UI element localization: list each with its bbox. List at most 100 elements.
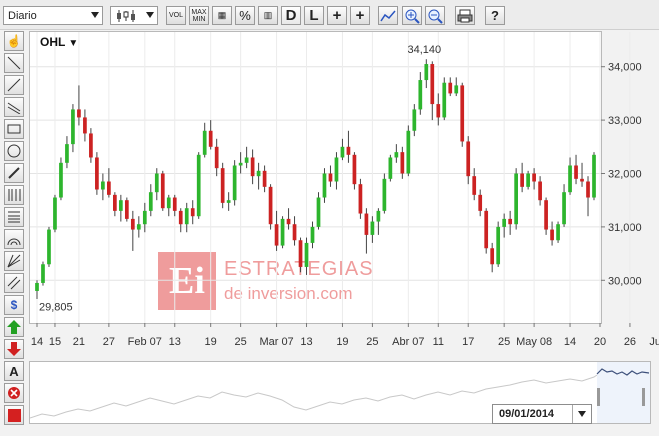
candle-down xyxy=(532,173,536,182)
candle-up xyxy=(556,224,560,241)
color-swatch xyxy=(7,408,21,422)
candle-down xyxy=(268,186,273,225)
date-separator xyxy=(572,405,573,423)
candle-down xyxy=(130,218,135,230)
caret-down-icon: ▼ xyxy=(68,38,79,49)
candle-down xyxy=(346,146,351,155)
candle-up xyxy=(568,165,572,193)
candle-up xyxy=(226,200,231,203)
candle-down xyxy=(292,224,297,241)
candle-down xyxy=(172,197,177,211)
candle-up xyxy=(118,200,123,211)
x-tick-label: 25 xyxy=(235,336,247,348)
candle-down xyxy=(580,178,584,182)
max-annotation: 34,140 xyxy=(407,44,441,56)
x-tick-label: 19 xyxy=(205,336,217,348)
candle-down xyxy=(460,85,465,142)
candle-down xyxy=(274,224,279,246)
candle-up xyxy=(256,170,261,177)
candle-down xyxy=(436,104,441,118)
candle-up xyxy=(244,157,249,163)
overview-left-handle[interactable] xyxy=(597,388,600,406)
candle-up xyxy=(196,154,201,217)
candle-up xyxy=(526,173,530,187)
candle-down xyxy=(208,130,213,147)
candle-up xyxy=(514,173,519,225)
candle-down xyxy=(484,210,489,249)
candle-down xyxy=(508,218,513,225)
candle-up xyxy=(280,218,285,246)
candle-up xyxy=(454,85,459,94)
x-tick-label: 19 xyxy=(336,336,348,348)
x-tick-label: May 08 xyxy=(516,336,552,348)
y-tick-label: 34,000 xyxy=(608,62,642,74)
candle-up xyxy=(148,192,153,211)
candle-up xyxy=(442,82,447,118)
candle-down xyxy=(298,240,303,267)
candle-up xyxy=(35,282,39,291)
color-picker-button[interactable] xyxy=(4,405,24,425)
candle-down xyxy=(430,64,435,105)
candle-up xyxy=(592,154,596,198)
candle-up xyxy=(412,109,417,131)
y-tick-label: 33,000 xyxy=(608,115,642,127)
chart-app: Diario VOL MAX MIN ▦ % ▥ D L + + ? ☝ $ A… xyxy=(0,0,659,436)
candle-up xyxy=(142,210,147,225)
x-tick-label: 13 xyxy=(300,336,312,348)
chart-title-text: OHL xyxy=(40,35,66,49)
chart-title[interactable]: OHL ▼ xyxy=(40,35,78,49)
candle-up xyxy=(340,146,345,158)
x-tick-label: 14 xyxy=(564,336,576,348)
candle-down xyxy=(328,173,333,182)
candle-up xyxy=(388,157,393,179)
candle-down xyxy=(124,200,129,219)
x-tick-label: 25 xyxy=(498,336,510,348)
date-field[interactable]: 09/01/2014 xyxy=(492,404,592,424)
x-tick-label: Feb 07 xyxy=(128,336,162,348)
candle-down xyxy=(448,82,453,94)
candle-down xyxy=(77,109,81,118)
x-tick-label: 11 xyxy=(433,336,444,348)
x-tick-label: 14 xyxy=(31,336,43,348)
candle-up xyxy=(47,229,51,265)
candle-down xyxy=(95,157,99,190)
y-tick-label: 31,000 xyxy=(608,222,642,234)
x-tick-label: Jun 06 xyxy=(649,336,659,348)
x-tick-label: 20 xyxy=(594,336,606,348)
candle-up xyxy=(370,221,375,235)
overview-right-handle[interactable] xyxy=(642,388,645,406)
candle-up xyxy=(424,64,429,81)
candle-up xyxy=(376,210,381,222)
candle-up xyxy=(334,157,339,182)
candle-down xyxy=(538,181,542,201)
candle-down xyxy=(520,173,524,187)
candle-down xyxy=(262,170,267,187)
candle-down xyxy=(586,181,590,198)
candle-down xyxy=(83,117,87,134)
candle-down xyxy=(466,141,471,177)
candle-down xyxy=(107,181,111,195)
candle-up xyxy=(65,144,69,163)
candle-up xyxy=(394,152,399,158)
x-tick-label: 26 xyxy=(624,336,636,348)
candle-up xyxy=(71,109,75,145)
date-value: 09/01/2014 xyxy=(499,408,555,420)
x-tick-label: 21 xyxy=(73,336,85,348)
candle-up xyxy=(238,162,243,166)
candle-up xyxy=(166,197,171,209)
candle-down xyxy=(574,165,578,179)
candle-down xyxy=(250,157,255,177)
text-a-icon: A xyxy=(9,363,19,379)
candle-up xyxy=(41,264,45,283)
candle-down xyxy=(352,154,357,185)
delete-button[interactable] xyxy=(4,383,24,403)
chevron-down-icon xyxy=(578,411,586,417)
x-tick-label: 17 xyxy=(462,336,474,348)
candle-up xyxy=(382,178,387,211)
chart-svg: 30,000 31,000 32,000 33,000 34,000 14 15 21 27 Fe… xyxy=(30,32,659,348)
x-tick-label: Mar 07 xyxy=(259,336,293,348)
candle-up xyxy=(304,242,309,267)
text-tool-button[interactable]: A xyxy=(4,361,24,381)
x-tick-label: 27 xyxy=(103,336,115,348)
candle-down xyxy=(490,248,495,265)
